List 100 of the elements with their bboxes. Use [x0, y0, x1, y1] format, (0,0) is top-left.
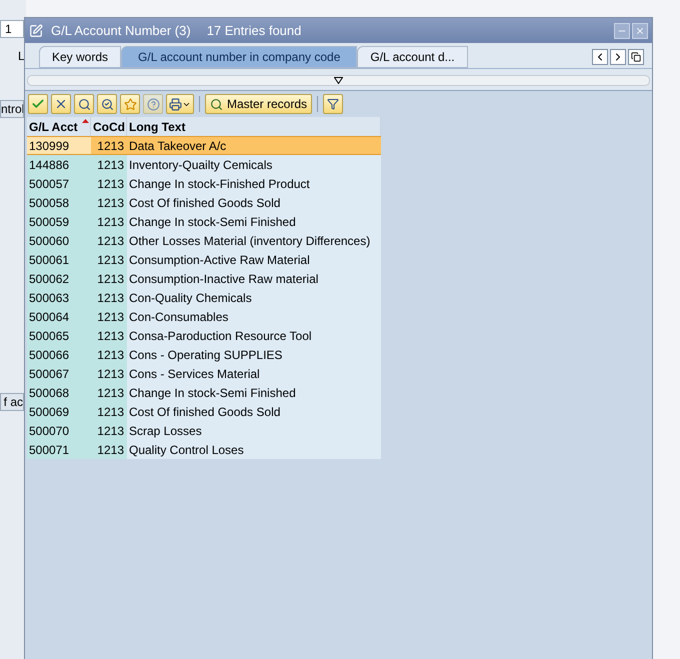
filter-button[interactable] [323, 94, 344, 114]
table-cell: 1213 [91, 326, 127, 345]
table-cell: Cost Of finished Goods Sold [127, 193, 381, 212]
printer-icon [169, 98, 182, 110]
table-cell: 500065 [27, 326, 91, 345]
tab[interactable]: G/L account d... [357, 46, 468, 68]
sort-indicator-icon [82, 119, 89, 123]
table-cell: 1213 [91, 250, 127, 269]
entries-count: 17 Entries found [206, 22, 302, 40]
table-cell: 500057 [27, 174, 91, 193]
table-cell: 1213 [91, 193, 127, 212]
table-row[interactable]: 130999 1213 Data Takeover A/c [27, 136, 381, 155]
table-cell: 144886 [27, 155, 91, 174]
table-cell: Consumption-Active Raw Material [127, 250, 381, 269]
table-cell: 500067 [27, 364, 91, 383]
find-button[interactable] [74, 94, 94, 114]
table-cell: 1213 [91, 307, 127, 326]
table-row[interactable]: 500064 1213 Con-Consumables [27, 307, 381, 326]
table-row[interactable]: 500058 1213 Cost Of finished Goods Sold [27, 193, 381, 212]
table-cell: 1213 [91, 364, 127, 383]
table-row[interactable]: 500069 1213 Cost Of finished Goods Sold [27, 402, 381, 421]
table-cell: 500063 [27, 288, 91, 307]
table-cell: Scrap Losses [127, 421, 381, 440]
table-cell: Change In stock-Finished Product [127, 174, 381, 193]
table-row[interactable]: 500068 1213 Change In stock-Semi Finished [27, 383, 381, 402]
table-row[interactable]: 500059 1213 Change In stock-Semi Finished [27, 212, 381, 231]
search-icon [210, 98, 223, 110]
tab[interactable]: Key words [39, 46, 122, 68]
side-button[interactable]: f ac [0, 393, 24, 411]
table-row[interactable]: 500067 1213 Cons - Services Material [27, 364, 381, 383]
table-row[interactable]: 500062 1213 Consumption-Inactive Raw material [27, 269, 381, 288]
table-cell-text: Data Takeover A/c [128, 138, 228, 154]
print-button[interactable] [166, 94, 194, 114]
table-row[interactable]: 144886 1213 Inventory-Quailty Cemicals [27, 155, 381, 174]
table-row[interactable]: 500060 1213 Other Losses Material (inventory Differences) [27, 231, 381, 250]
table-cell: 1213 [91, 269, 127, 288]
star-icon [124, 98, 136, 110]
table-cell: 1213 [91, 231, 127, 250]
table-cell: 1213 [91, 440, 127, 459]
table-cell: 1213 [91, 288, 127, 307]
table-row[interactable]: 500066 1213 Cons - Operating SUPPLIES [27, 345, 381, 364]
table-cell: Cost Of finished Goods Sold [127, 402, 381, 421]
table-cell: 500060 [27, 231, 91, 250]
table-cell: 500059 [27, 212, 91, 231]
table-cell: Con-Consumables [127, 307, 381, 326]
table-cell: 1213 [91, 421, 127, 440]
filter-icon [327, 98, 340, 110]
table-cell-text: 1213 [96, 138, 125, 154]
dialog-icon [29, 24, 43, 38]
checkmark-icon [31, 97, 45, 111]
table-cell: Consa-Paroduction Resource Tool [127, 326, 381, 345]
close-icon [635, 26, 645, 36]
find-next-button[interactable] [97, 94, 117, 114]
search-icon [78, 98, 90, 110]
table-cell: Consumption-Inactive Raw material [127, 269, 381, 288]
table-cell: 500064 [27, 307, 91, 326]
table-cell: 1213 [91, 155, 127, 174]
table-cell: 500069 [27, 402, 91, 421]
table-cell: 500066 [27, 345, 91, 364]
overlapping-squares-icon [631, 52, 641, 62]
field-label: L [17, 48, 26, 64]
table-row[interactable]: 500063 1213 Con-Quality Chemicals [27, 288, 381, 307]
table-cell: 500061 [27, 250, 91, 269]
table-cell: Inventory-Quailty Cemicals [127, 155, 381, 174]
tab-scroll-left-button[interactable] [592, 49, 608, 65]
table-row[interactable]: 500071 1213 Quality Control Loses [27, 440, 381, 459]
table-cell: Change In stock-Semi Finished [127, 212, 381, 231]
table-cell: 130999 [27, 137, 91, 154]
table-cell: Con-Quality Chemicals [127, 288, 381, 307]
table-cell: 1213 [91, 383, 127, 402]
table-row[interactable]: 500057 1213 Change In stock-Finished Product [27, 174, 381, 193]
table-cell: 500068 [27, 383, 91, 402]
cancel-icon [54, 97, 68, 111]
table-row[interactable]: 500070 1213 Scrap Losses [27, 421, 381, 440]
table-row[interactable]: 500061 1213 Consumption-Active Raw Material [27, 250, 381, 269]
help-icon [146, 98, 160, 110]
tab-scroll-right-button[interactable] [610, 49, 626, 65]
table-cell: 500071 [27, 440, 91, 459]
table-cell: 500070 [27, 421, 91, 440]
cancel-button[interactable] [51, 94, 71, 114]
tab-list-button[interactable] [628, 49, 644, 65]
master-records-button[interactable]: Master records [205, 94, 312, 114]
tab[interactable]: G/L account number in company code [121, 46, 358, 68]
table-cell: 500058 [27, 193, 91, 212]
table-cell: 1213 [91, 212, 127, 231]
table-cell: Other Losses Material (inventory Differences) [127, 231, 381, 250]
table-cell: Cons - Services Material [127, 364, 381, 383]
table-cell: 500062 [27, 269, 91, 288]
confirm-button[interactable] [28, 94, 48, 114]
table-cell: 1213 [91, 174, 127, 193]
window-title: G/L Account Number (3) [51, 22, 191, 40]
table-row[interactable]: 500065 1213 Consa-Paroduction Resource Tool [27, 326, 381, 345]
table-cell: 1213 [91, 345, 127, 364]
table-cell: Quality Control Loses [127, 440, 381, 459]
input-field[interactable]: 1 [0, 20, 24, 38]
table-cell: 1213 [91, 402, 127, 421]
table-cell: Cons - Operating SUPPLIES [127, 345, 381, 364]
table-cell: Change In stock-Semi Finished [127, 383, 381, 402]
search-check-icon [100, 98, 114, 110]
triangle-icon [334, 77, 343, 84]
